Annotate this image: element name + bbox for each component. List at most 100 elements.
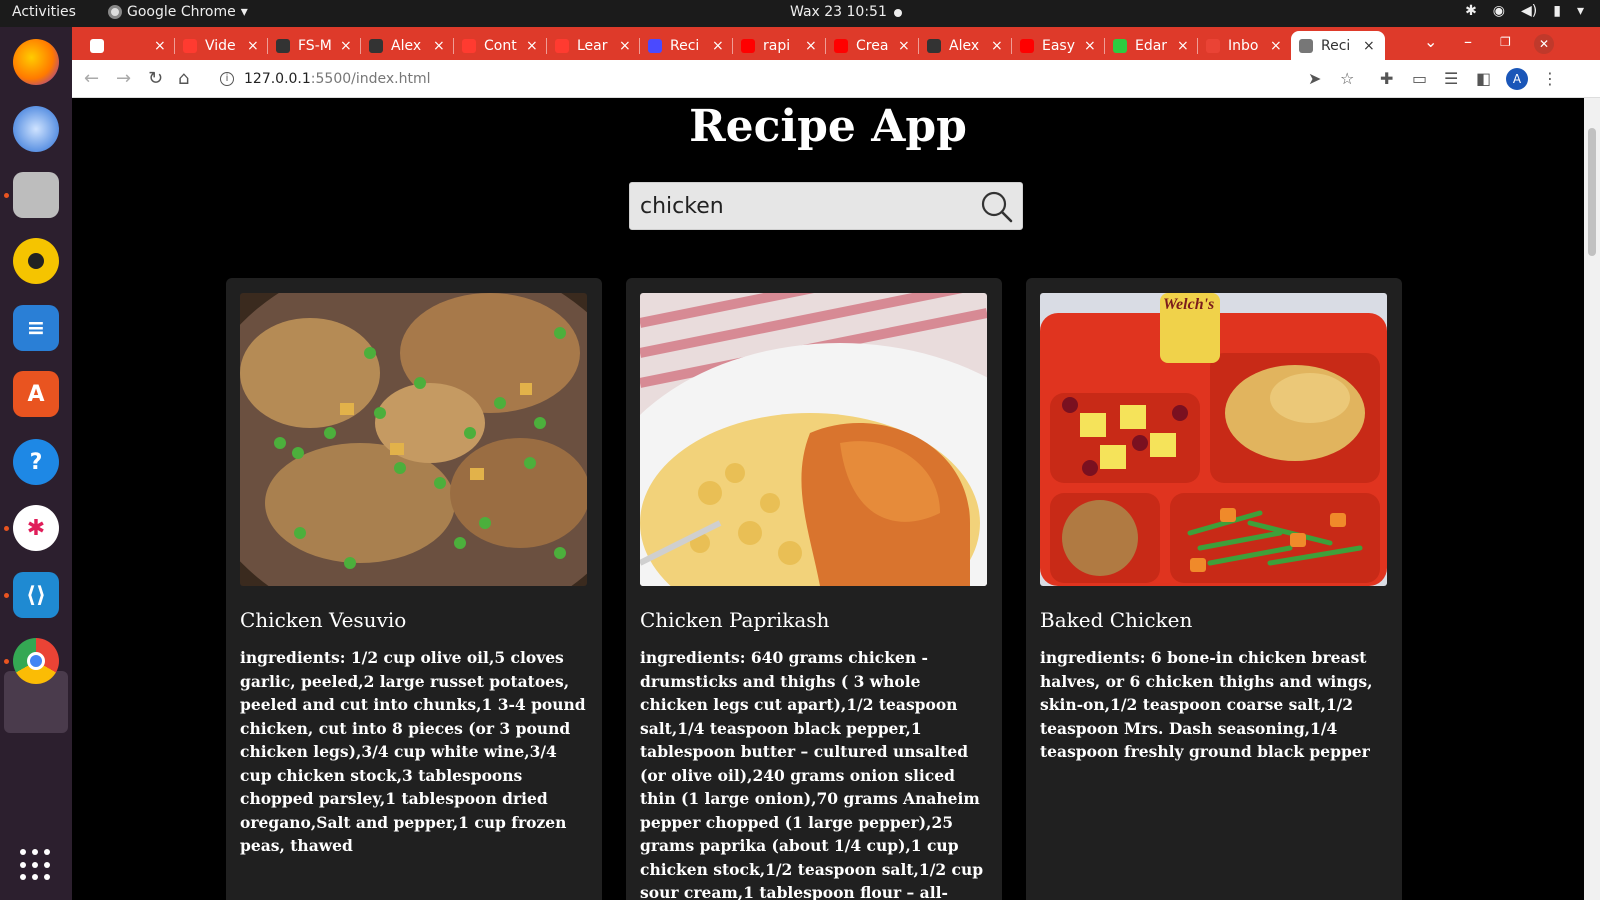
browser-tab[interactable]: Easy × xyxy=(1012,31,1105,60)
volume-icon[interactable]: ◀) xyxy=(1521,3,1537,19)
thunderbird-icon[interactable] xyxy=(13,106,59,152)
running-indicator xyxy=(4,593,9,598)
menu-kebab-icon[interactable]: ⋮ xyxy=(1542,69,1558,88)
tab-close-icon[interactable]: × xyxy=(154,38,166,54)
browser-tab[interactable]: × xyxy=(82,31,175,60)
show-apps-icon[interactable] xyxy=(20,849,52,881)
tab-favicon-icon xyxy=(1113,38,1127,53)
tab-favicon-icon xyxy=(1206,38,1220,53)
tab-close-icon[interactable]: × xyxy=(1084,38,1096,54)
recipe-card[interactable]: Welch's Baked Chicken ingredients: 6 bon… xyxy=(1026,278,1402,900)
browser-tab[interactable]: Edar × xyxy=(1105,31,1198,60)
tab-close-icon[interactable]: × xyxy=(712,38,724,54)
tab-favicon-icon xyxy=(648,38,662,53)
tab-close-icon[interactable]: × xyxy=(1363,38,1375,54)
tab-close-icon[interactable]: × xyxy=(898,38,910,54)
scrollbar-thumb[interactable] xyxy=(1588,128,1596,256)
recipe-title: Baked Chicken xyxy=(1040,608,1193,632)
send-to-devices-icon[interactable]: ➤ xyxy=(1308,69,1321,88)
tab-close-icon[interactable]: × xyxy=(247,38,259,54)
rhythmbox-icon[interactable] xyxy=(13,238,59,284)
clock[interactable]: Wax 23 10:51 xyxy=(790,4,887,20)
reload-icon[interactable]: ↻ xyxy=(148,68,163,89)
chevron-down-icon[interactable]: ▾ xyxy=(1577,3,1584,19)
browser-tab[interactable]: Reci × xyxy=(1291,31,1385,60)
browser-tab[interactable]: Vide × xyxy=(175,31,268,60)
chrome-icon[interactable] xyxy=(13,638,59,684)
browser-tab[interactable]: Cont × xyxy=(454,31,547,60)
battery-icon[interactable]: ▮ xyxy=(1553,3,1561,19)
browser-window: × Vide × FS-M × Alex × Cont × Lear × Reci × rapi × Crea… xyxy=(72,27,1600,900)
system-tray[interactable]: ✱ ◉ ◀) ▮ ▾ xyxy=(1465,3,1584,19)
tab-label: Alex xyxy=(949,37,980,54)
browser-tab[interactable]: FS-M × xyxy=(268,31,361,60)
tab-favicon-icon xyxy=(1020,38,1034,53)
app-menu[interactable]: Google Chrome ▾ xyxy=(108,4,248,20)
recipe-image xyxy=(640,293,987,586)
slack-tray-icon[interactable]: ✱ xyxy=(1465,3,1477,19)
tab-favicon-icon xyxy=(741,38,755,53)
tab-favicon-icon xyxy=(369,38,383,53)
tab-close-icon[interactable]: × xyxy=(1177,38,1189,54)
firefox-icon[interactable] xyxy=(13,39,59,85)
activities-button[interactable]: Activities xyxy=(12,4,76,20)
close-window-icon[interactable]: ✕ xyxy=(1534,34,1554,54)
files-icon[interactable] xyxy=(13,172,59,218)
recipe-ingredients: ingredients: 6 bone-in chicken breast ha… xyxy=(1040,648,1373,761)
profile-avatar[interactable]: A xyxy=(1506,68,1528,90)
page-scrollbar[interactable] xyxy=(1584,98,1600,900)
recipe-title: Chicken Vesuvio xyxy=(240,608,407,632)
tab-favicon-icon xyxy=(462,38,476,53)
tab-search-icon[interactable]: ⌄ xyxy=(1424,32,1437,51)
forward-icon[interactable]: → xyxy=(116,68,131,89)
search-input[interactable] xyxy=(640,191,970,221)
browser-tab[interactable]: rapi × xyxy=(733,31,826,60)
url-host: 127.0.0.1 xyxy=(244,71,311,87)
tab-close-icon[interactable]: × xyxy=(991,38,1003,54)
media-controls-icon[interactable]: ☰ xyxy=(1444,69,1458,88)
page-title: Recipe App xyxy=(689,101,967,152)
new-tab-button[interactable]: + xyxy=(1344,29,1361,53)
tab-close-icon[interactable]: × xyxy=(805,38,817,54)
help-icon[interactable]: ? xyxy=(13,439,59,485)
recipe-card[interactable]: Chicken Vesuvio ingredients: 1/2 cup oli… xyxy=(226,278,602,900)
cast-icon[interactable]: ▭ xyxy=(1412,69,1427,88)
recipe-image xyxy=(240,293,587,586)
tab-label: rapi xyxy=(763,37,791,54)
tab-favicon-icon xyxy=(834,38,848,53)
tab-close-icon[interactable]: × xyxy=(340,38,352,54)
recipe-card[interactable]: Chicken Paprikash ingredients: 640 grams… xyxy=(626,278,1002,900)
home-icon[interactable]: ⌂ xyxy=(178,68,189,89)
browser-tab[interactable]: Lear × xyxy=(547,31,640,60)
wifi-icon[interactable]: ◉ xyxy=(1493,3,1505,19)
software-center-icon[interactable]: A xyxy=(13,371,59,417)
vscode-icon[interactable]: ⟨⟩ xyxy=(13,572,59,618)
writer-icon[interactable]: ≡ xyxy=(13,305,59,351)
browser-tab[interactable]: Inbo × xyxy=(1198,31,1291,60)
recipe-title: Chicken Paprikash xyxy=(640,608,830,632)
search-icon[interactable] xyxy=(980,190,1014,224)
tab-label: Alex xyxy=(391,37,422,54)
browser-tab[interactable]: Alex × xyxy=(919,31,1012,60)
tab-label: Vide xyxy=(205,37,236,54)
browser-tab[interactable]: Crea × xyxy=(826,31,919,60)
minimize-icon[interactable]: – xyxy=(1464,32,1472,51)
page-viewport: Recipe App chicken Chicken Vesuvio ingre… xyxy=(72,98,1584,900)
back-icon[interactable]: ← xyxy=(84,68,99,89)
extensions-icon[interactable]: ✚ xyxy=(1380,69,1393,88)
restore-icon[interactable]: ❐ xyxy=(1500,35,1511,49)
site-info-icon[interactable]: i xyxy=(220,72,234,86)
notification-dot xyxy=(894,9,902,17)
bookmark-star-icon[interactable]: ☆ xyxy=(1340,69,1354,88)
dock: ≡ A ? ✱ ⟨⟩ xyxy=(0,27,72,900)
tab-close-icon[interactable]: × xyxy=(433,38,445,54)
tab-close-icon[interactable]: × xyxy=(1270,38,1282,54)
slack-icon[interactable]: ✱ xyxy=(13,505,59,551)
browser-tab[interactable]: Alex × xyxy=(361,31,454,60)
tab-close-icon[interactable]: × xyxy=(526,38,538,54)
tab-close-icon[interactable]: × xyxy=(619,38,631,54)
browser-tab[interactable]: Reci × xyxy=(640,31,733,60)
tab-label: Easy xyxy=(1042,37,1076,54)
side-panel-icon[interactable]: ◧ xyxy=(1476,69,1491,88)
address-bar[interactable]: i 127.0.0.1:5500/index.html xyxy=(212,64,1412,94)
